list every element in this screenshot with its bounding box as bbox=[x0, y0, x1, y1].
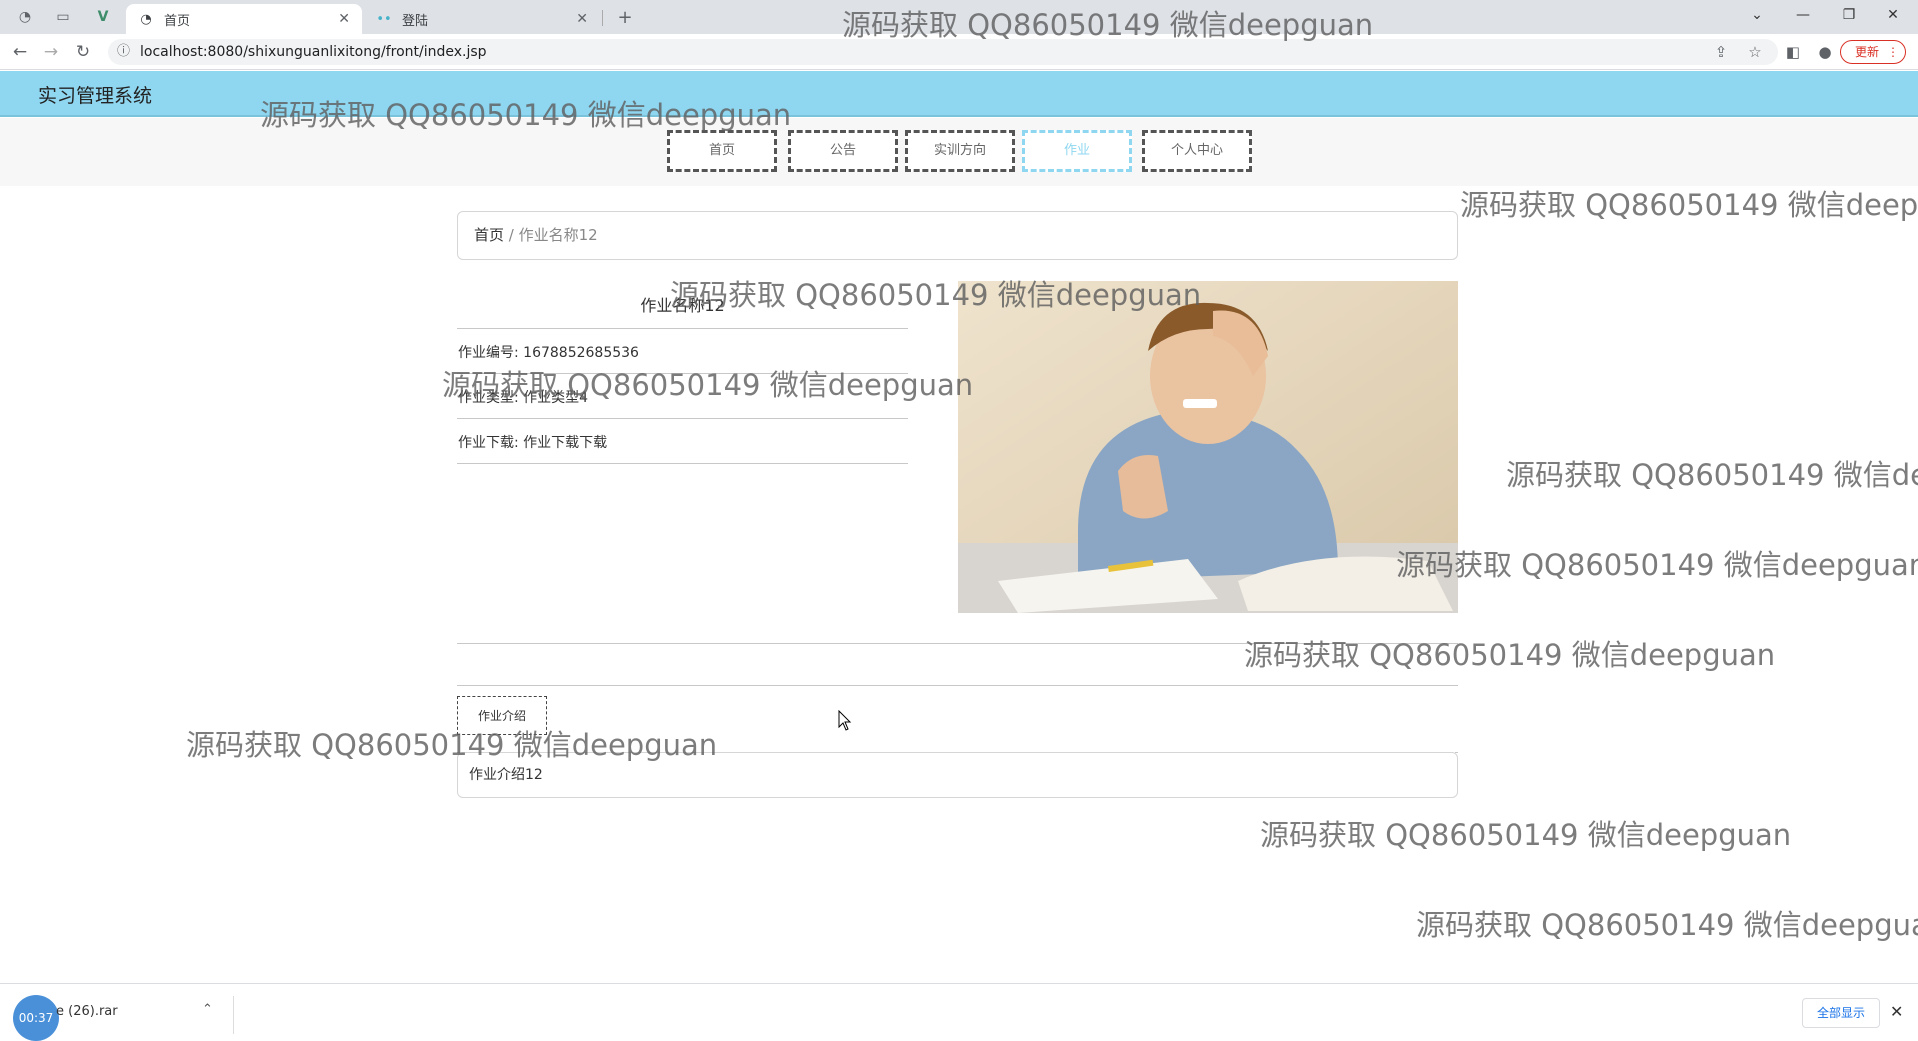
watermark: 源码获取 QQ86050149 微信deepguan bbox=[1506, 458, 1918, 492]
globe-icon[interactable]: ◔ bbox=[10, 5, 40, 29]
info-row-id: 作业编号: 1678852685536 bbox=[458, 342, 639, 362]
homework-image bbox=[958, 281, 1458, 613]
blank-page-icon[interactable]: ▭ bbox=[48, 5, 78, 29]
restore-icon[interactable]: ❐ bbox=[1834, 4, 1864, 26]
address-bar[interactable]: ⓘ localhost:8080/shixunguanlixitong/fron… bbox=[108, 39, 1778, 65]
nav-item-homework[interactable]: 作业 bbox=[1022, 130, 1132, 172]
divider bbox=[457, 373, 908, 374]
tab-separator bbox=[602, 10, 603, 26]
app-title: 实习管理系统 bbox=[38, 85, 153, 107]
divider bbox=[457, 463, 908, 464]
back-arrow-icon[interactable]: ← bbox=[8, 41, 32, 63]
update-label: 更新 bbox=[1855, 45, 1880, 59]
divider bbox=[457, 418, 908, 419]
watermark: 源码获取 QQ86050149 微信deepguan bbox=[1460, 188, 1918, 222]
stressed-boy-photo bbox=[958, 281, 1458, 613]
info-icon[interactable]: ⓘ bbox=[117, 39, 130, 65]
side-panel-icon[interactable]: ◧ bbox=[1782, 42, 1804, 62]
breadcrumb-current: 作业名称12 bbox=[518, 226, 598, 244]
nav-item-training-direction[interactable]: 实训方向 bbox=[905, 130, 1015, 172]
show-all-downloads-button[interactable]: 全部显示 bbox=[1802, 998, 1880, 1028]
homework-intro-content: 作业介绍12 bbox=[457, 752, 1458, 798]
nav-item-notice[interactable]: 公告 bbox=[788, 130, 898, 172]
breadcrumb: 首页 / 作业名称12 bbox=[457, 211, 1458, 260]
close-icon[interactable]: ✕ bbox=[576, 11, 588, 27]
main-nav: 首页 公告 实训方向 作业 个人中心 bbox=[0, 118, 1918, 186]
close-icon[interactable]: ✕ bbox=[1890, 1002, 1903, 1021]
info-row-type: 作业类型: 作业类型4 bbox=[458, 387, 588, 407]
loading-dots-icon: •• bbox=[376, 11, 392, 27]
close-icon[interactable]: ✕ bbox=[338, 11, 350, 27]
watermark: 源码获取 QQ86050149 微信deepguan bbox=[1416, 908, 1918, 942]
window-close-icon[interactable]: ✕ bbox=[1878, 4, 1908, 26]
divider bbox=[233, 996, 234, 1034]
update-button[interactable]: 更新 ⋮ bbox=[1840, 40, 1906, 64]
chevron-up-icon[interactable]: ⌃ bbox=[202, 1002, 213, 1017]
info-label: 作业类型: bbox=[458, 390, 519, 406]
browser-toolbar: ← → ↻ ⓘ localhost:8080/shixunguanlixiton… bbox=[0, 34, 1918, 70]
divider bbox=[457, 643, 1458, 644]
download-file-name[interactable]: e (26).rar bbox=[56, 1004, 118, 1019]
recording-timer: 00:37 bbox=[13, 995, 59, 1041]
reload-icon[interactable]: ↻ bbox=[71, 41, 95, 63]
app-header: 实习管理系统 bbox=[0, 71, 1918, 117]
tab-title: 首页 bbox=[164, 13, 191, 29]
info-label: 作业编号: bbox=[458, 345, 519, 361]
share-icon[interactable]: ⇪ bbox=[1710, 42, 1732, 62]
forward-arrow-icon[interactable]: → bbox=[39, 41, 63, 63]
globe-icon: ◔ bbox=[140, 11, 152, 27]
watermark: 源码获取 QQ86050149 微信deepguan bbox=[1244, 638, 1776, 672]
watermark: 源码获取 QQ86050149 微信deepguan bbox=[1396, 548, 1918, 582]
kebab-menu-icon[interactable]: ⋮ bbox=[1887, 41, 1899, 63]
new-tab-button[interactable]: + bbox=[610, 5, 640, 29]
tab-login[interactable]: •• 登陆 ✕ bbox=[364, 4, 600, 34]
watermark: 源码获取 QQ86050149 微信deepguan bbox=[1260, 818, 1792, 852]
download-bar: 00:37 e (26).rar ⌃ 全部显示 ✕ bbox=[0, 983, 1918, 1041]
tab-search-chevron-icon[interactable]: ⌄ bbox=[1742, 4, 1772, 26]
download-link[interactable]: 作业下载下载 bbox=[523, 435, 607, 451]
info-value: 1678852685536 bbox=[523, 345, 639, 361]
profile-avatar-icon[interactable]: ● bbox=[1814, 42, 1836, 62]
divider bbox=[457, 328, 908, 329]
breadcrumb-home-link[interactable]: 首页 bbox=[474, 226, 504, 244]
divider bbox=[457, 685, 1458, 686]
tab-title: 登陆 bbox=[402, 13, 429, 29]
breadcrumb-separator: / bbox=[508, 226, 514, 244]
tab-homework-intro[interactable]: 作业介绍 bbox=[457, 696, 547, 735]
info-row-download: 作业下载: 作业下载下载 bbox=[458, 432, 607, 452]
mouse-cursor-icon bbox=[838, 710, 852, 731]
info-value: 作业类型4 bbox=[523, 390, 589, 406]
info-label: 作业下载: bbox=[458, 435, 519, 451]
url-text: localhost:8080/shixunguanlixitong/front/… bbox=[140, 44, 487, 60]
nav-item-home[interactable]: 首页 bbox=[667, 130, 777, 172]
vue-logo-icon[interactable]: V bbox=[88, 5, 118, 29]
nav-item-personal-center[interactable]: 个人中心 bbox=[1142, 130, 1252, 172]
browser-tab-strip: ◔ ▭ V ◔ 首页 ✕ •• 登陆 ✕ + ⌄ — ❐ ✕ bbox=[0, 0, 1918, 34]
bookmark-star-icon[interactable]: ☆ bbox=[1744, 42, 1766, 62]
tab-home[interactable]: ◔ 首页 ✕ bbox=[126, 4, 362, 34]
homework-title: 作业名称12 bbox=[640, 296, 725, 315]
minimize-icon[interactable]: — bbox=[1788, 4, 1818, 26]
